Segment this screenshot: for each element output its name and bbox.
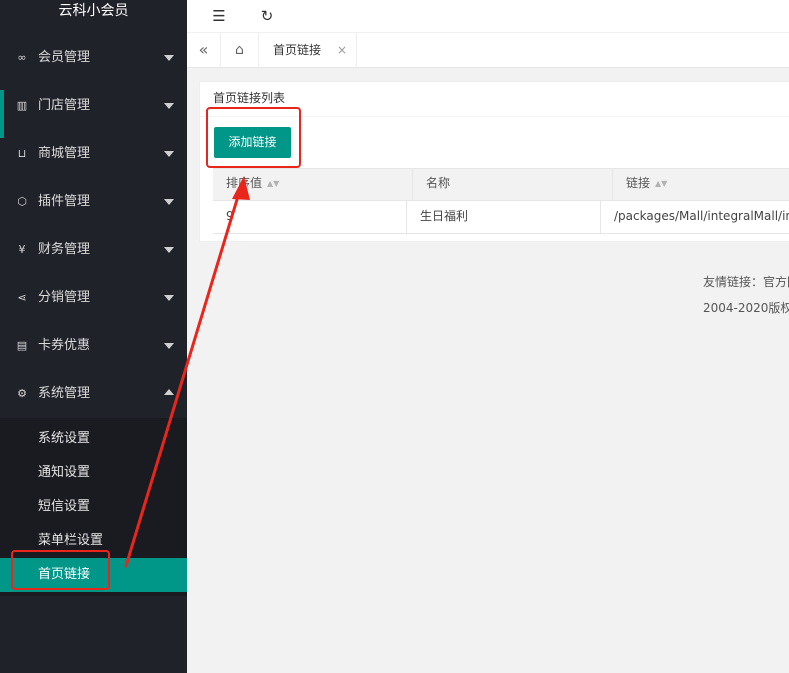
sidebar-item-distribution[interactable]: ⋖ 分销管理 xyxy=(0,274,187,322)
sidebar-item-members[interactable]: ∞ 会员管理 xyxy=(0,34,187,82)
annotation-box-add-button xyxy=(206,107,301,168)
copyright-text: 2004-2020版权所有 xyxy=(703,301,789,315)
chevron-down-icon xyxy=(164,103,174,109)
sort-icon[interactable]: ▲▼ xyxy=(655,179,667,188)
close-icon[interactable]: × xyxy=(337,33,347,67)
sidebar-item-label: 卡券优惠 xyxy=(38,338,91,353)
chevron-down-icon xyxy=(164,247,174,253)
chevron-down-icon xyxy=(164,199,174,205)
sidebar-item-coupons[interactable]: ▤ 卡券优惠 xyxy=(0,322,187,370)
annotation-box-home-links xyxy=(11,550,110,590)
plugin-icon: ⬡ xyxy=(17,195,27,208)
tab-home-links[interactable]: 首页链接 × xyxy=(259,33,357,67)
cell-name: 生日福利 xyxy=(407,201,601,233)
top-header: ☰ ↻ xyxy=(187,0,789,33)
friend-links: 友情链接：官方网站 xyxy=(703,275,789,289)
chevron-down-icon xyxy=(164,343,174,349)
cell-link: /packages/Mall/integralMall/integralMall xyxy=(614,209,789,223)
column-header-sort[interactable]: 排序值 ▲▼ xyxy=(213,169,413,200)
menu-toggle-icon[interactable]: ☰ xyxy=(207,4,231,28)
sidebar-item-label: 会员管理 xyxy=(38,50,91,65)
table-row[interactable]: 9 生日福利 /packages/Mall/integralMall/integ… xyxy=(213,201,789,234)
sidebar-item-label: 插件管理 xyxy=(38,194,91,209)
sidebar-item-mall[interactable]: ⊔ 商城管理 xyxy=(0,130,187,178)
sidebar-subitem-system-settings[interactable]: 系统设置 xyxy=(0,422,187,456)
refresh-icon[interactable]: ↻ xyxy=(255,4,279,28)
sidebar-item-label: 财务管理 xyxy=(38,242,91,257)
store-icon: ▥ xyxy=(16,99,28,112)
links-table: 排序值 ▲▼ 名称 链接 ▲▼ 9 生日福利 /packages/Mall/inte… xyxy=(213,168,789,234)
cart-icon: ⊔ xyxy=(17,147,27,160)
sidebar-item-label: 门店管理 xyxy=(38,98,91,113)
app-logo-title: 云科小会员 xyxy=(0,0,187,26)
sidebar-item-finance[interactable]: ¥ 财务管理 xyxy=(0,226,187,274)
sidebar-item-stores[interactable]: ▥ 门店管理 xyxy=(0,82,187,138)
sort-icon[interactable]: ▲▼ xyxy=(267,179,279,188)
sidebar-item-system[interactable]: ⚙ 系统管理 xyxy=(0,370,187,418)
sidebar-item-label: 分销管理 xyxy=(38,290,91,305)
cell-sort-value: 9 xyxy=(213,201,407,233)
chevron-up-icon xyxy=(164,389,174,395)
table-header: 排序值 ▲▼ 名称 链接 ▲▼ xyxy=(213,168,789,201)
yen-icon: ¥ xyxy=(18,243,26,256)
tab-label: 首页链接 xyxy=(273,43,322,57)
sidebar-item-plugins[interactable]: ⬡ 插件管理 xyxy=(0,178,187,226)
gear-icon: ⚙ xyxy=(17,387,27,400)
tab-bar: « ⌂ 首页链接 × xyxy=(187,33,789,68)
column-header-link[interactable]: 链接 ▲▼ xyxy=(613,169,789,200)
sidebar-subitem-notification-settings[interactable]: 通知设置 xyxy=(0,456,187,490)
column-header-name: 名称 xyxy=(413,169,613,200)
chevron-down-icon xyxy=(164,55,174,61)
sidebar-item-label: 系统管理 xyxy=(38,386,91,401)
sidebar-item-label: 商城管理 xyxy=(38,146,91,161)
home-icon[interactable]: ⌂ xyxy=(221,33,259,67)
chevron-down-icon xyxy=(164,151,174,157)
member-icon: ∞ xyxy=(17,51,27,64)
share-icon: ⋖ xyxy=(17,291,27,304)
chevron-down-icon xyxy=(164,295,174,301)
sidebar-subitem-sms-settings[interactable]: 短信设置 xyxy=(0,490,187,524)
tab-scroll-left-icon[interactable]: « xyxy=(187,33,221,67)
coupon-icon: ▤ xyxy=(16,339,28,352)
